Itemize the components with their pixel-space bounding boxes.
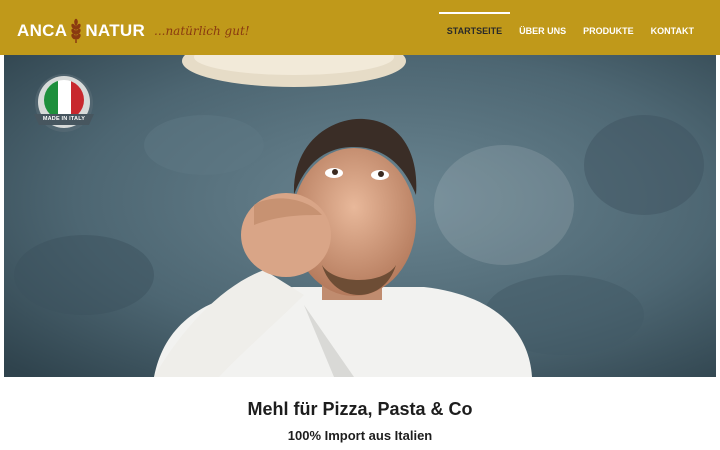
brand-name-right: NATUR [85,21,146,40]
main-nav: STARTSEITE ÜBER UNS PRODUKTE KONTAKT [430,0,694,55]
made-in-italy-badge [34,74,94,132]
nav-item-ueber-uns[interactable]: ÜBER UNS [519,0,566,55]
page-headline: Mehl für Pizza, Pasta & Co [247,399,473,419]
wheat-icon [71,18,81,43]
nav-item-produkte[interactable]: PRODUKTE [583,0,634,55]
badge-text: MADE IN ITALY [42,116,86,122]
brand-logo[interactable]: ANCA NATUR [17,18,145,44]
intro-section: Mehl für Pizza, Pasta & Co 100% Import a… [0,378,720,443]
hero-chef-illustration [4,55,716,377]
hero-image: MADE IN ITALY [4,55,716,377]
brand-name-left: ANCA [17,21,68,40]
page-subline: 100% Import aus Italien [287,428,433,443]
brand-tagline: ...natürlich gut! [154,24,250,38]
site-header: ANCA NATUR ...natürlich gut! STARTSEITE … [0,0,720,55]
nav-item-kontakt[interactable]: KONTAKT [651,0,694,55]
nav-item-startseite[interactable]: STARTSEITE [438,0,511,55]
